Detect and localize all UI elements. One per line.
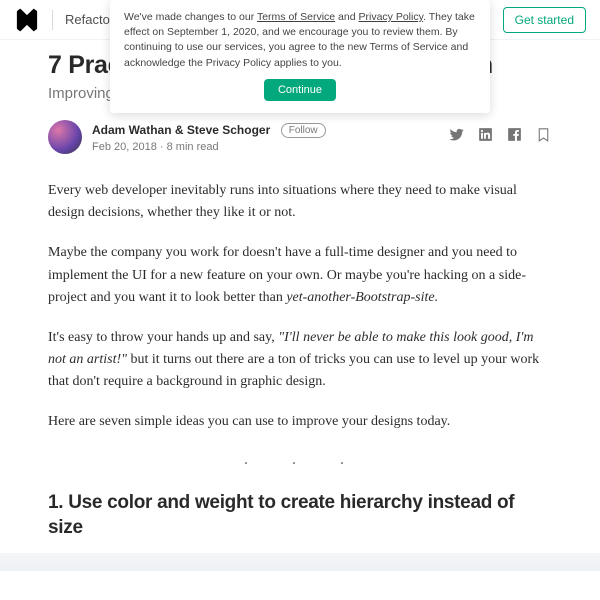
article-body: Every web developer inevitably runs into…	[48, 180, 552, 540]
twitter-icon[interactable]	[448, 126, 465, 148]
terms-of-service-link[interactable]: Terms of Service	[257, 11, 335, 23]
banner-text-and: and	[335, 11, 358, 23]
text-run-italic: yet-another-Bootstrap-site.	[286, 290, 438, 305]
privacy-policy-link[interactable]: Privacy Policy	[359, 11, 424, 23]
text-run: It's easy to throw your hands up and say…	[48, 330, 278, 345]
article-meta: Feb 20, 2018 · 8 min read	[92, 141, 326, 153]
author-names[interactable]: Adam Wathan & Steve Schoger	[92, 123, 270, 137]
bookmark-icon[interactable]	[535, 126, 552, 148]
banner-text-1: We've made changes to our	[124, 11, 257, 23]
publish-date: Feb 20, 2018	[92, 141, 157, 153]
byline: Adam Wathan & Steve Schoger Follow Feb 2…	[48, 120, 552, 154]
paragraph: Every web developer inevitably runs into…	[48, 180, 552, 224]
meta-separator: ·	[157, 141, 167, 153]
tos-banner: We've made changes to our Terms of Servi…	[110, 0, 490, 113]
divider	[52, 10, 53, 30]
paragraph: Here are seven simple ideas you can use …	[48, 411, 552, 433]
share-actions	[448, 126, 552, 148]
facebook-icon[interactable]	[506, 126, 523, 148]
get-started-button[interactable]: Get started	[503, 7, 586, 33]
avatar[interactable]	[48, 120, 82, 154]
section-heading: 1. Use color and weight to create hierar…	[48, 491, 552, 540]
figure-placeholder	[0, 553, 600, 571]
section-divider-dots: . . .	[48, 451, 552, 469]
continue-button[interactable]: Continue	[264, 79, 336, 101]
paragraph: It's easy to throw your hands up and say…	[48, 327, 552, 393]
follow-button[interactable]: Follow	[281, 123, 326, 138]
medium-logo-icon[interactable]	[14, 7, 40, 33]
linkedin-icon[interactable]	[477, 126, 494, 148]
read-time: 8 min read	[167, 141, 219, 153]
paragraph: Maybe the company you work for doesn't h…	[48, 242, 552, 308]
